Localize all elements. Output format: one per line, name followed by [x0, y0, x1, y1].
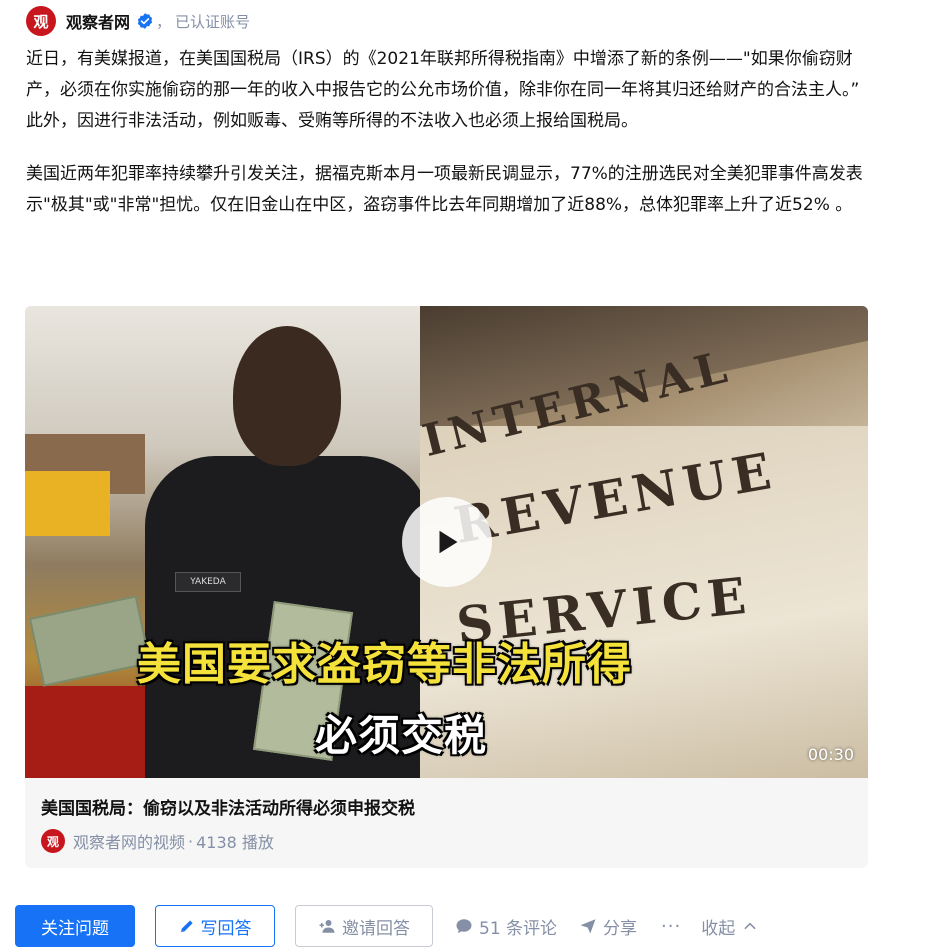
- action-bar: 关注问题 写回答 邀请回答 51 条评论 分享 ··· 收起: [15, 904, 915, 948]
- share-icon: [580, 919, 596, 934]
- comments-button[interactable]: 51 条评论: [455, 914, 557, 939]
- chevron-up-icon: [744, 922, 756, 930]
- article-paragraph: 美国近两年犯罪率持续攀升引发关注，据福克斯本月一项最新民调显示，77%的注册选民…: [26, 164, 863, 215]
- article-paragraph: 近日，有美媒报道，在美国国税局（IRS）的《2021年联邦所得税指南》中增添了新…: [26, 49, 860, 131]
- source-avatar: 观: [41, 829, 65, 853]
- video-thumbnail[interactable]: YAKEDA INTERNAL REVENUE SERVICE 美国要求盗窃等非…: [25, 306, 868, 778]
- invite-answer-button[interactable]: 邀请回答: [295, 905, 433, 947]
- write-answer-button[interactable]: 写回答: [155, 905, 275, 947]
- collapse-label: 收起: [701, 918, 736, 939]
- vest-tag: YAKEDA: [175, 572, 241, 592]
- invite-answer-label: 邀请回答: [342, 918, 410, 939]
- write-answer-label: 写回答: [200, 918, 252, 939]
- comments-label: 51 条评论: [479, 918, 558, 939]
- author-separator: ，: [156, 12, 172, 31]
- store-sign: [25, 471, 110, 536]
- video-title[interactable]: 美国国税局：偷窃以及非法活动所得必须申报交税: [41, 794, 415, 819]
- play-button[interactable]: [402, 497, 492, 587]
- collapse-button[interactable]: 收起: [701, 914, 757, 939]
- author-name[interactable]: 观察者网: [66, 9, 130, 33]
- invite-icon: [319, 920, 335, 933]
- author-row: 观 观察者网 ， 已认证账号: [26, 6, 250, 36]
- video-caption-line1: 美国要求盗窃等非法所得: [137, 639, 632, 690]
- comment-icon: [456, 919, 472, 934]
- cash-bills: [28, 595, 152, 687]
- verified-icon: [137, 13, 153, 29]
- video-caption-line2: 必须交税: [315, 711, 488, 760]
- share-label: 分享: [603, 918, 638, 939]
- video-meta: 观 观察者网的视频 · 4138 播放: [41, 828, 274, 854]
- article-content: 近日，有美媒报道，在美国国税局（IRS）的《2021年联邦所得税指南》中增添了新…: [26, 44, 871, 221]
- verified-badge-text: 已认证账号: [175, 12, 251, 31]
- play-icon: [439, 530, 458, 554]
- pen-icon: [180, 920, 193, 932]
- video-duration: 00:30: [807, 745, 854, 764]
- more-options-button[interactable]: ···: [661, 916, 681, 937]
- video-source[interactable]: 观察者网的视频: [73, 829, 185, 853]
- meta-separator: ·: [188, 831, 194, 851]
- video-card[interactable]: YAKEDA INTERNAL REVENUE SERVICE 美国要求盗窃等非…: [25, 306, 868, 868]
- video-views: 4138 播放: [196, 833, 274, 852]
- follow-question-button[interactable]: 关注问题: [15, 905, 135, 947]
- person-head: [233, 326, 341, 466]
- author-avatar[interactable]: 观: [26, 6, 56, 36]
- share-button[interactable]: 分享: [579, 914, 637, 939]
